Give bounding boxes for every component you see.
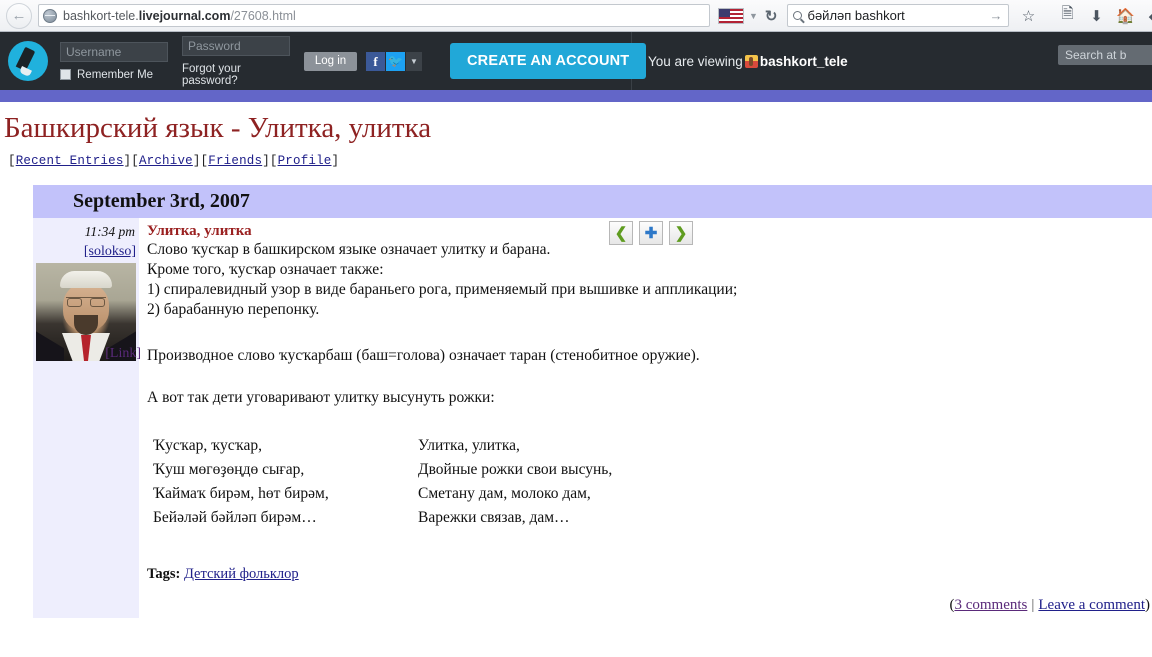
comments-separator: |	[1031, 597, 1035, 613]
remember-me-row[interactable]: Remember Me	[60, 69, 168, 81]
journal-page: Башкирский язык - Улитка, улитка [Recent…	[0, 102, 1152, 657]
sidebar-item-friends[interactable]: Friends	[208, 154, 262, 168]
poem-line: Бейәләй бәйләп бирәм…	[153, 509, 317, 526]
poem-block: Ҡусҡар, ҡусҡар, Ҡуш мөгөҙөңдө сығар, Ҡай…	[139, 434, 1152, 530]
username-input[interactable]: Username	[60, 41, 168, 62]
entry-container: September 3rd, 2007 11:34 pm [solokso] ❮…	[0, 185, 1152, 618]
username-column: Username Remember Me	[60, 41, 168, 81]
url-path: /27608.html	[230, 8, 296, 23]
entry-paragraph: 2) барабанную перепонку.	[147, 301, 320, 318]
avatar-suit-left	[36, 329, 64, 361]
avatar-beard	[74, 315, 98, 335]
reading-list-icon[interactable]: 🗎	[1059, 3, 1077, 28]
arrow-right-icon[interactable]: →	[990, 8, 1003, 23]
comments-count-link[interactable]: 3 comments	[954, 597, 1027, 613]
password-input[interactable]: Password	[182, 35, 290, 56]
reload-icon[interactable]: ↻	[765, 7, 778, 25]
avatar-glasses	[66, 297, 106, 307]
accent-rule	[0, 90, 1152, 102]
search-input-value[interactable]: бәйләп bashkort	[808, 8, 990, 23]
tags-label: Tags:	[147, 566, 181, 582]
derived-word-paragraph: Производное слово ҡусҡарбаш (баш=голова)…	[147, 347, 700, 364]
entry-time: 11:34 pm	[84, 224, 135, 239]
livejournal-header: Username Remember Me Password Forgot you…	[0, 32, 1152, 90]
lj-viewing-area: You are viewing bashkort_tele Search at b	[632, 32, 1152, 90]
create-account-button[interactable]: CREATE AN ACCOUNT	[450, 43, 647, 79]
permalink[interactable]: [Link]	[90, 346, 146, 362]
download-icon[interactable]: ⬇	[1088, 7, 1106, 25]
search-icon	[792, 11, 802, 20]
plus-icon[interactable]: ✚	[639, 221, 663, 245]
poem-line: Сметану дам, молоко дам,	[418, 485, 591, 502]
permalink-label[interactable]: [Link]	[105, 346, 141, 361]
journal-nav: [Recent Entries][Archive][Friends][Profi…	[8, 154, 340, 168]
site-search-input[interactable]: Search at b	[1058, 45, 1152, 65]
avatar-cap	[60, 271, 112, 288]
entry-content: ❮ ✚ ❯ Улитка, улитка Слово ҡусҡар в башк…	[105, 218, 1152, 618]
community-name[interactable]: bashkort_tele	[760, 54, 848, 69]
url-host: livejournal.com	[138, 8, 231, 23]
poem-line: Варежки связав, дам…	[418, 509, 570, 526]
password-column: Password Forgot your password?	[182, 35, 290, 87]
tag-link[interactable]: Детский фольклор	[184, 566, 299, 582]
entry-metadata-sidebar: 11:34 pm [solokso]	[33, 218, 139, 618]
poem-line: Улитка, улитка,	[418, 437, 520, 454]
poem-column-russian: Улитка, улитка, Двойные рожки свои высун…	[418, 434, 718, 530]
login-button[interactable]: Log in	[304, 51, 357, 71]
chevron-down-icon[interactable]: ▼	[749, 11, 758, 21]
livejournal-pencil-icon[interactable]	[8, 41, 48, 81]
poem-column-bashkir: Ҡусҡар, ҡусҡар, Ҡуш мөгөҙөңдө сығар, Ҡай…	[153, 434, 418, 530]
poem-line: Ҡусҡар, ҡусҡар,	[153, 437, 262, 454]
globe-icon	[43, 8, 57, 23]
url-text: bashkort-tele.livejournal.com/27608.html	[63, 9, 296, 23]
entry-body: 11:34 pm [solokso] ❮ ✚ ❯ Улитка, улитка …	[33, 218, 1152, 618]
comments-footer: (3 comments | Leave a comment)	[949, 597, 1150, 614]
entry-author: [solokso]	[33, 244, 139, 260]
poem-line: Ҡуш мөгөҙөңдө сығар,	[153, 461, 305, 478]
permalink-row: [Link] Производное слово ҡусҡарбаш (баш=…	[105, 346, 1152, 366]
paren-close: )	[1145, 597, 1150, 613]
author-link[interactable]: [solokso]	[84, 244, 136, 259]
chevron-left-icon[interactable]: ❮	[609, 221, 633, 245]
viewing-community-label: You are viewing bashkort_tele	[648, 54, 848, 69]
star-icon[interactable]: ☆	[1020, 7, 1038, 25]
search-bar[interactable]: бәйләп bashkort →	[786, 4, 1009, 27]
sidebar-item-profile[interactable]: Profile	[278, 154, 332, 168]
address-bar[interactable]: bashkort-tele.livejournal.com/27608.html	[38, 4, 710, 27]
url-subdomain: bashkort-tele.	[63, 8, 139, 23]
browser-toolbar: ← bashkort-tele.livejournal.com/27608.ht…	[0, 0, 1152, 32]
entry-paragraph: 1) спиралевидный узор в виде бараньего р…	[147, 281, 738, 298]
lj-login-area: Username Remember Me Password Forgot you…	[0, 32, 647, 90]
entry-text-block: Слово ҡусҡар в башкирском языке означает…	[139, 240, 1152, 320]
facebook-icon[interactable]: f	[366, 51, 385, 71]
community-userhead-icon	[744, 54, 758, 68]
home-icon[interactable]: 🏠	[1116, 7, 1135, 25]
tags-row: Tags: Детский фольклор	[139, 566, 1152, 583]
remember-me-label: Remember Me	[77, 68, 154, 81]
entry-nav-buttons: ❮ ✚ ❯	[609, 221, 693, 245]
social-login-group: f 🐦 ▼	[366, 51, 422, 71]
chevron-down-icon[interactable]: ▼	[406, 51, 422, 71]
sidebar-item-archive[interactable]: Archive	[139, 154, 193, 168]
login-column: Log in	[304, 51, 357, 71]
sidebar-item-recent-entries[interactable]: Recent Entries	[16, 154, 124, 168]
viewing-prefix: You are viewing	[648, 53, 743, 69]
leave-comment-link[interactable]: Leave a comment	[1038, 597, 1145, 613]
forgot-password-link[interactable]: Forgot your password?	[182, 63, 290, 87]
entry-paragraph: Кроме того, ҡусҡар означает также:	[147, 261, 384, 278]
share-icon[interactable]: ◆	[1146, 7, 1152, 25]
back-arrow-icon[interactable]: ←	[6, 2, 32, 29]
page-title: Башкирский язык - Улитка, улитка	[4, 112, 432, 144]
date-header: September 3rd, 2007	[33, 185, 1152, 218]
poem-line: Ҡаймаҡ бирәм, һөт бирәм,	[153, 485, 329, 502]
us-flag-icon[interactable]	[718, 7, 744, 24]
intro-line: А вот так дети уговаривают улитку высуну…	[147, 389, 495, 406]
twitter-icon[interactable]: 🐦	[386, 51, 405, 71]
remember-me-checkbox[interactable]	[60, 69, 71, 80]
chevron-right-icon[interactable]: ❯	[669, 221, 693, 245]
poem-line: Двойные рожки свои высунь,	[418, 461, 613, 478]
